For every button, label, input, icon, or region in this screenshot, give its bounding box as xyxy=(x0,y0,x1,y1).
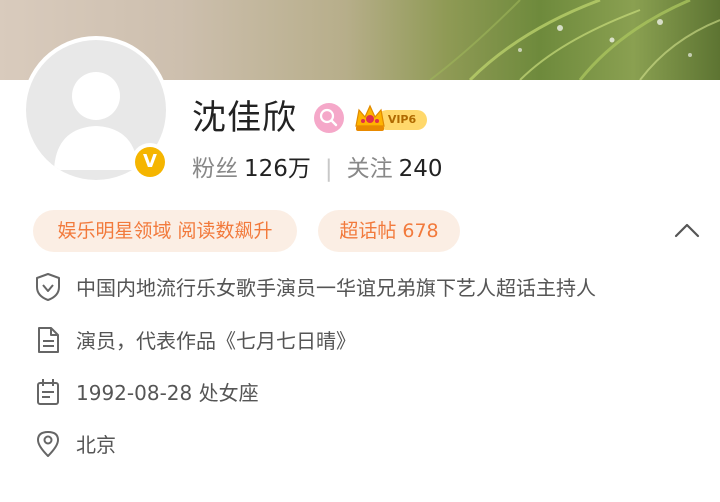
collapse-button[interactable] xyxy=(672,220,702,242)
domain-rank-tag[interactable]: 娱乐明星领域 阅读数飙升 xyxy=(33,210,297,252)
fans-count: 126万 xyxy=(244,156,311,182)
document-icon xyxy=(38,327,59,353)
super-topic-tag[interactable]: 超话帖 678 xyxy=(318,210,460,252)
stats-separator: | xyxy=(324,156,333,182)
calendar-icon xyxy=(37,379,59,405)
verification-text: 中国内地流行乐女歌手演员一华谊兄弟旗下艺人超话主持人 xyxy=(76,276,596,300)
fans-stat[interactable]: 粉丝 126万 xyxy=(192,156,311,182)
vip-badge[interactable]: VIP6 xyxy=(353,102,429,134)
verified-badge: V xyxy=(131,143,169,181)
shield-icon xyxy=(36,273,60,301)
location-pin-icon xyxy=(37,431,59,457)
profile-name: 沈佳欣 xyxy=(192,98,297,138)
following-stat[interactable]: 关注 240 xyxy=(347,156,443,182)
follow-stats: 粉丝 126万 | 关注 240 xyxy=(192,153,443,185)
location-text: 北京 xyxy=(76,433,116,457)
following-count: 240 xyxy=(398,156,443,182)
chevron-up-icon xyxy=(674,223,700,238)
search-badge[interactable] xyxy=(314,103,344,133)
fans-label: 粉丝 xyxy=(192,156,238,182)
birthday-text: 1992-08-28 处女座 xyxy=(76,381,259,405)
following-label: 关注 xyxy=(346,156,393,182)
crown-icon xyxy=(355,104,385,131)
search-icon xyxy=(319,108,338,127)
verified-v-icon: V xyxy=(135,147,165,177)
bio-text: 演员，代表作品《七月七日晴》 xyxy=(76,329,356,353)
